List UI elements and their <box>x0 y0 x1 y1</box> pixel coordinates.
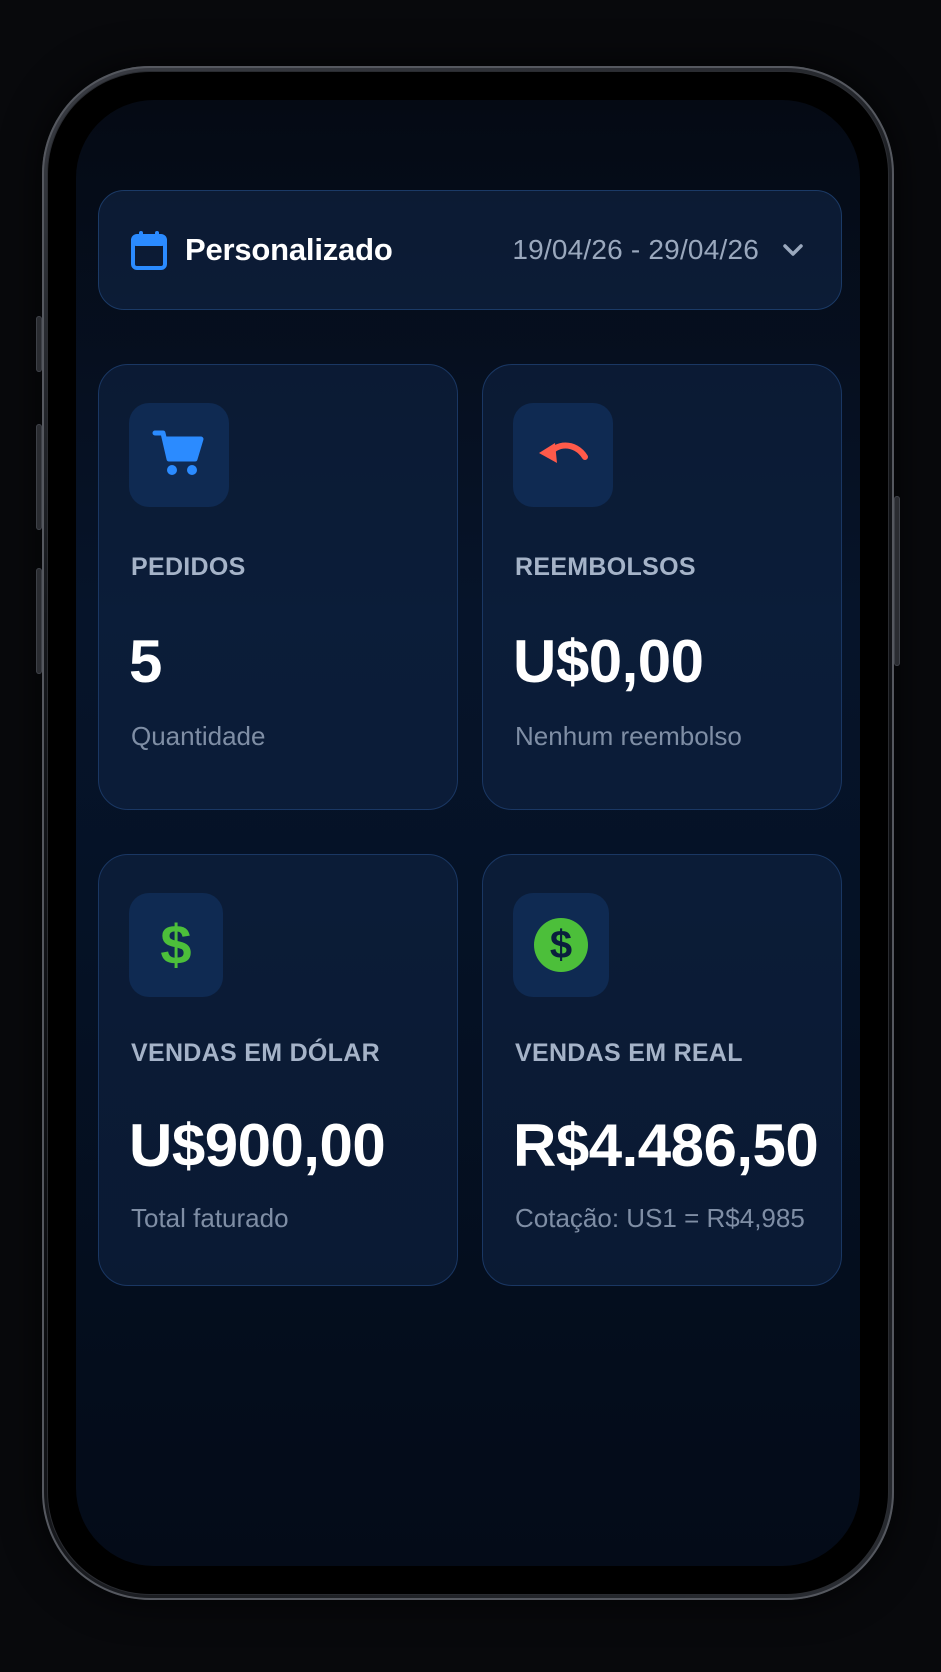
dollar-coin-icon-tile: $ <box>513 893 609 997</box>
calendar-icon <box>131 230 167 270</box>
period-label: Personalizado <box>185 232 393 267</box>
chevron-down-icon[interactable] <box>779 236 807 264</box>
brl-sales-card[interactable]: $ VENDAS EM REAL R$4.486,50 Cotação: US1… <box>482 854 842 1286</box>
dollar-coin-icon: $ <box>534 918 588 972</box>
card-subtitle: Nenhum reembolso <box>515 721 742 751</box>
cart-icon <box>151 425 207 486</box>
undo-icon <box>535 425 591 486</box>
card-title: VENDAS EM REAL <box>515 1039 743 1067</box>
mute-switch <box>36 316 42 372</box>
refunds-card[interactable]: REEMBOLSOS U$0,00 Nenhum reembolso <box>482 364 842 810</box>
card-value: R$4.486,50 <box>513 1112 819 1179</box>
volume-down-button <box>36 568 42 674</box>
card-subtitle: Total faturado <box>131 1203 289 1233</box>
card-subtitle: Quantidade <box>131 721 266 751</box>
cart-icon-tile <box>129 403 229 507</box>
period-date-range: 19/04/26 - 29/04/26 <box>512 234 759 265</box>
card-value: U$0,00 <box>513 628 704 695</box>
dollar-icon-tile: $ <box>129 893 223 997</box>
period-selector[interactable]: Personalizado 19/04/26 - 29/04/26 <box>98 190 842 310</box>
card-subtitle: Cotação: US1 = R$4,985 <box>515 1203 805 1233</box>
card-title: VENDAS EM DÓLAR <box>131 1039 380 1067</box>
card-value: 5 <box>129 628 162 695</box>
undo-icon-tile <box>513 403 613 507</box>
app-screen: Personalizado 19/04/26 - 29/04/26 PEDIDO… <box>76 100 860 1566</box>
card-title: PEDIDOS <box>131 553 246 581</box>
stage: Personalizado 19/04/26 - 29/04/26 PEDIDO… <box>0 0 941 1672</box>
card-value: U$900,00 <box>129 1112 386 1179</box>
usd-sales-card[interactable]: $ VENDAS EM DÓLAR U$900,00 Total faturad… <box>98 854 458 1286</box>
dollar-icon: $ <box>160 913 192 976</box>
power-button <box>894 496 900 666</box>
orders-card[interactable]: PEDIDOS 5 Quantidade <box>98 364 458 810</box>
volume-up-button <box>36 424 42 530</box>
card-title: REEMBOLSOS <box>515 553 696 581</box>
